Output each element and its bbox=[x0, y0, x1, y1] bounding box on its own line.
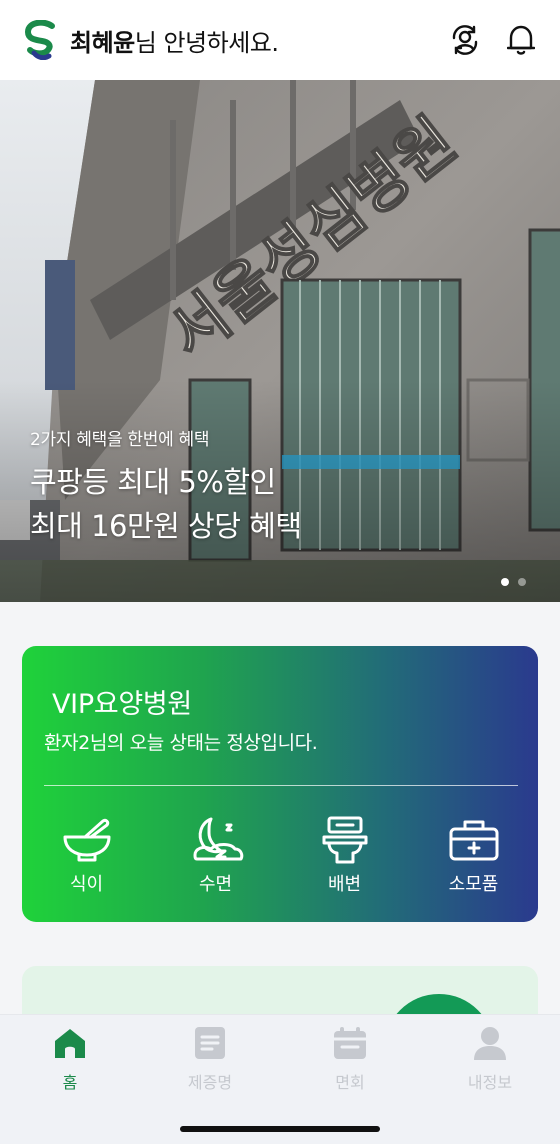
banner-headline-2: 최대 16만원 상당 혜택 bbox=[30, 509, 302, 543]
tab-home[interactable]: 홈 bbox=[0, 1023, 140, 1093]
mortar-bowl-icon bbox=[58, 814, 116, 866]
vip-item-bowel[interactable]: 배변 bbox=[280, 814, 409, 896]
app-logo-icon[interactable] bbox=[22, 20, 60, 60]
vip-item-supplies-label: 소모품 bbox=[448, 874, 499, 895]
tab-certificates-label: 제증명 bbox=[187, 1073, 233, 1092]
moon-sleep-icon bbox=[187, 814, 245, 866]
vip-item-sleep-label: 수면 bbox=[198, 874, 233, 895]
vip-item-diet-label: 식이 bbox=[69, 874, 104, 895]
banner-headline-1: 쿠팡등 최대 5%할인 bbox=[30, 465, 276, 499]
pagination-dot-1[interactable] bbox=[501, 578, 509, 586]
tab-certificates[interactable]: 제증명 bbox=[140, 1023, 280, 1093]
calendar-icon bbox=[330, 1023, 370, 1063]
tab-my-info-label: 내정보 bbox=[467, 1073, 513, 1092]
vip-item-supplies[interactable]: 소모품 bbox=[409, 814, 538, 896]
vip-item-bowel-label: 배변 bbox=[327, 874, 362, 895]
user-name: 최혜윤 bbox=[70, 28, 135, 57]
person-icon bbox=[470, 1023, 510, 1063]
vip-item-sleep[interactable]: 수면 bbox=[151, 814, 280, 896]
banner-pagination bbox=[501, 578, 526, 586]
tab-visit-label: 면회 bbox=[335, 1073, 365, 1092]
vip-hospital-card[interactable]: VIP요양병원 환자2님의 오늘 상태는 정상입니다. 식이 수면 배변 소모품 bbox=[22, 646, 538, 922]
banner-text: 2가지 혜택을 한번에 혜택 쿠팡등 최대 5%할인 최대 16만원 상당 혜택 bbox=[30, 425, 302, 548]
bottom-tab-bar: 홈 제증명 면회 내정보 bbox=[0, 1014, 560, 1144]
home-indicator[interactable] bbox=[180, 1126, 380, 1132]
medical-kit-icon bbox=[445, 814, 503, 866]
toilet-icon bbox=[316, 814, 374, 866]
vip-card-status: 환자2님의 오늘 상태는 정상입니다. bbox=[44, 732, 318, 754]
vip-card-title: VIP요양병원 bbox=[52, 689, 192, 720]
promo-banner[interactable]: 서울성심병원 2가지 혜택을 한번에 혜택 쿠팡등 최대 5%할인 최대 16만… bbox=[0, 80, 560, 602]
vip-card-divider bbox=[44, 785, 518, 786]
greeting-suffix: 님 안녕하세요. bbox=[134, 28, 279, 57]
app-header: 최혜윤님 안녕하세요. bbox=[0, 0, 560, 80]
banner-subtitle: 2가지 혜택을 한번에 혜택 bbox=[30, 430, 210, 450]
home-icon bbox=[50, 1023, 90, 1063]
tab-visit[interactable]: 면회 bbox=[280, 1023, 420, 1093]
greeting-text: 최혜윤님 안녕하세요. bbox=[70, 23, 279, 58]
bell-icon[interactable] bbox=[504, 23, 538, 57]
tab-home-label: 홈 bbox=[62, 1073, 78, 1092]
tab-my-info[interactable]: 내정보 bbox=[420, 1023, 560, 1093]
vip-item-diet[interactable]: 식이 bbox=[22, 814, 151, 896]
document-icon bbox=[190, 1023, 230, 1063]
pagination-dot-2[interactable] bbox=[518, 578, 526, 586]
switch-user-icon[interactable] bbox=[448, 23, 482, 57]
